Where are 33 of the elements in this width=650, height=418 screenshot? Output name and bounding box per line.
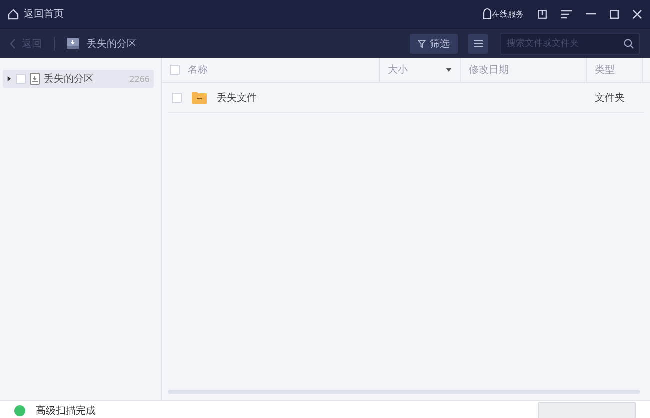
location-label: 丢失的分区 [87,38,137,50]
column-header[interactable]: 名称 [162,58,380,82]
file-type: 文件夹 [595,92,625,104]
status-icon [14,404,26,416]
sidebar-item[interactable]: 丢失的分区 2266 [3,70,154,88]
drive-icon [30,73,40,85]
folder-icon [192,92,207,104]
file-name: 丢失文件 [217,92,257,104]
drive-icon [67,38,79,49]
list-view-button[interactable] [468,34,488,54]
home-link[interactable]: 返回首页 [24,7,64,21]
column-header[interactable]: 类型 [587,58,643,82]
checkbox[interactable] [172,92,182,102]
filter-icon [418,40,426,48]
status-text: 高级扫描完成 [36,404,96,418]
online-service-link[interactable]: 在线服务 [492,8,524,20]
sort-caret-icon[interactable] [446,68,452,72]
search-icon[interactable] [624,38,634,48]
expand-arrow-icon[interactable] [7,76,12,82]
feedback-icon[interactable] [538,10,547,18]
minimize-icon[interactable] [586,13,596,15]
partition-label: 丢失的分区 [44,72,94,86]
column-header[interactable]: 修改日期 [461,58,587,82]
menu-icon[interactable] [561,10,572,18]
home-icon[interactable] [8,8,19,20]
maximize-icon[interactable] [610,10,619,18]
select-all-checkbox[interactable] [170,65,180,75]
filter-button[interactable]: 筛选 [410,34,458,54]
checkbox[interactable] [16,74,26,84]
close-icon[interactable] [633,10,642,18]
file-count: 2266 [130,74,150,84]
column-header[interactable]: 大小 [380,58,461,82]
list-icon [474,40,482,48]
